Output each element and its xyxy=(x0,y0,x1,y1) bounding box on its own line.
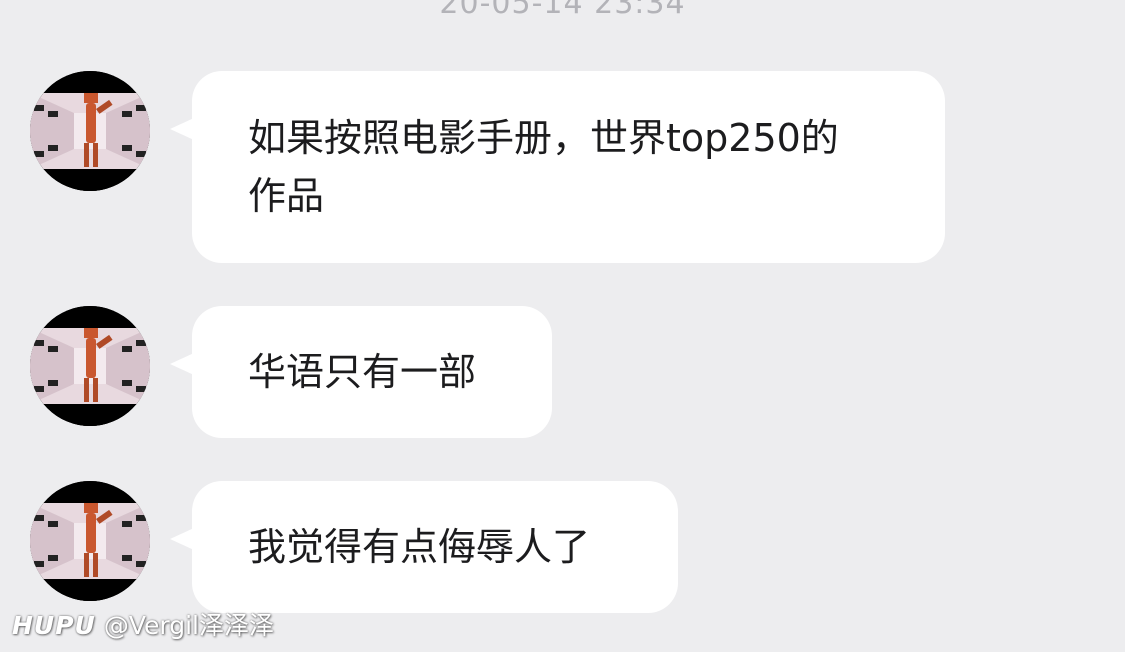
avatar[interactable] xyxy=(30,306,150,426)
avatar[interactable] xyxy=(30,71,150,191)
bubble-tail xyxy=(170,353,194,375)
message-row: 如果按照电影手册，世界top250的 作品 xyxy=(0,71,1125,263)
watermark: HUPU @Vergil泽泽泽 xyxy=(12,608,274,644)
message-text-line: 作品 xyxy=(248,174,325,218)
astronaut-corridor-icon xyxy=(30,481,150,601)
astronaut-corridor-icon xyxy=(30,71,150,191)
message-row: 华语只有一部 xyxy=(0,306,1125,438)
message-bubble[interactable]: 华语只有一部 xyxy=(192,306,552,438)
message-row: 我觉得有点侮辱人了 xyxy=(0,481,1125,613)
astronaut-corridor-icon xyxy=(30,306,150,426)
avatar[interactable] xyxy=(30,481,150,601)
hupu-logo: HUPU xyxy=(12,611,96,640)
message-text-line: 华语只有一部 xyxy=(248,350,477,394)
watermark-handle: @Vergil泽泽泽 xyxy=(103,611,275,640)
message-text-line: 如果按照电影手册，世界top250的 xyxy=(248,116,839,160)
message-timestamp: 20-05-14 23:34 xyxy=(439,0,686,21)
message-text-line: 我觉得有点侮辱人了 xyxy=(248,525,591,569)
bubble-tail xyxy=(170,118,194,140)
message-bubble[interactable]: 如果按照电影手册，世界top250的 作品 xyxy=(192,71,945,263)
bubble-tail xyxy=(170,528,194,550)
message-bubble[interactable]: 我觉得有点侮辱人了 xyxy=(192,481,678,613)
